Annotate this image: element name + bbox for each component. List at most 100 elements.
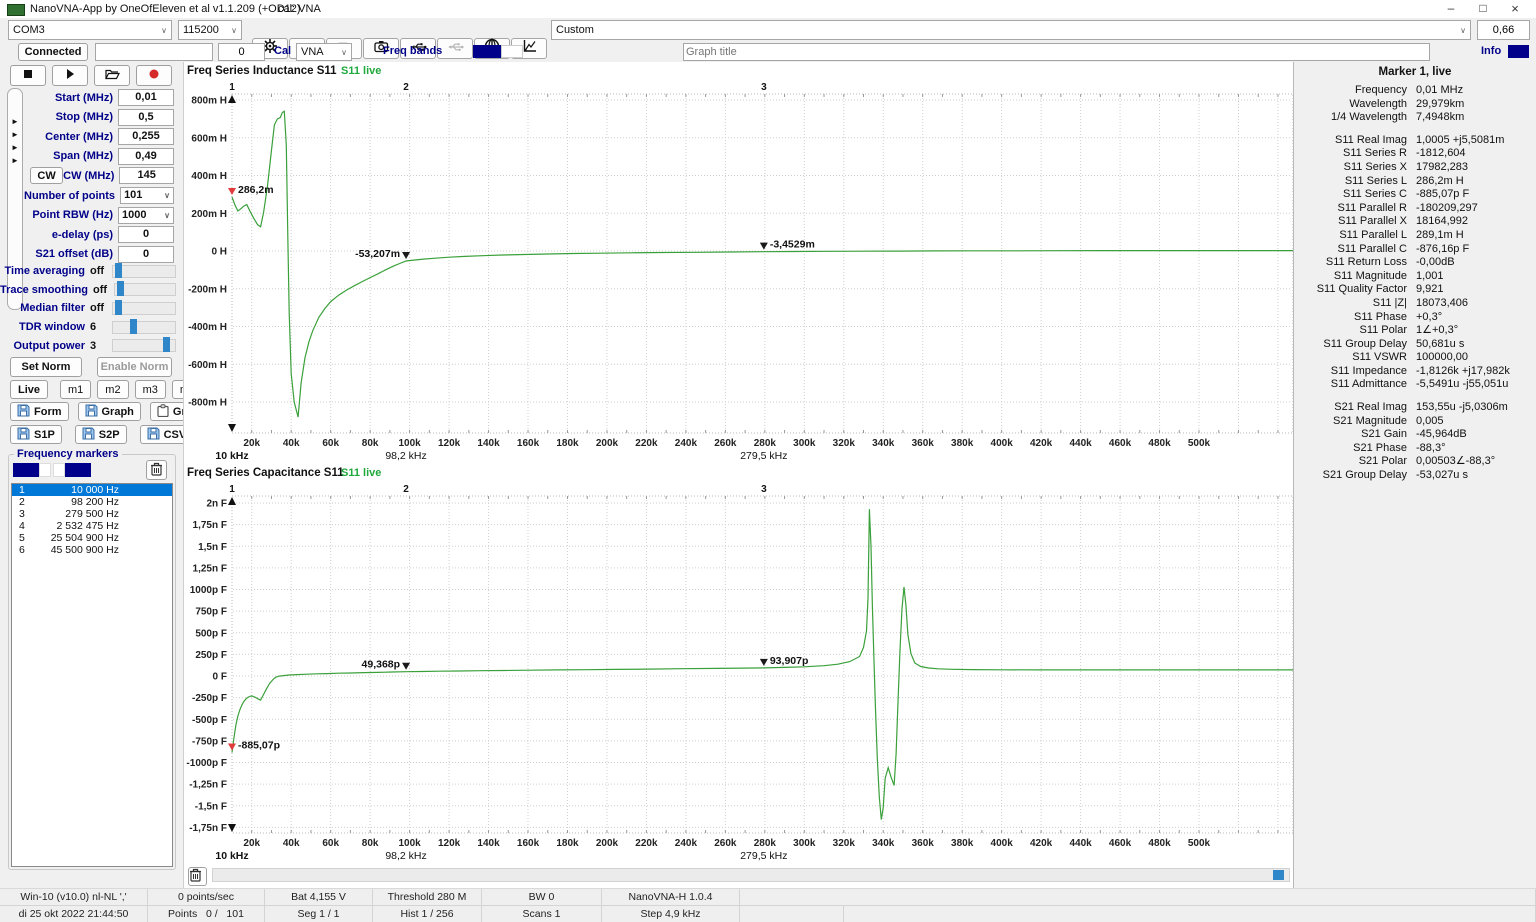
delete-markers-button[interactable] — [146, 460, 167, 480]
expand-arrow-icon[interactable]: ► — [8, 154, 22, 167]
marker-color-swatch[interactable] — [65, 463, 91, 477]
svg-text:420k: 420k — [1030, 838, 1053, 849]
marker-info-label: S21 Group Delay — [1294, 469, 1407, 483]
slider-track[interactable] — [112, 321, 176, 334]
trace-button-m2[interactable]: m2 — [97, 380, 128, 399]
field-center-input[interactable]: 0,255 — [118, 128, 174, 145]
svg-text:460k: 460k — [1109, 438, 1132, 449]
trace-button-m1[interactable]: m1 — [60, 380, 91, 399]
maximize-button[interactable]: □ — [1469, 0, 1497, 18]
record-button[interactable] — [136, 65, 172, 86]
chevron-down-icon: ∨ — [161, 26, 167, 35]
info-color-swatch[interactable] — [1508, 45, 1529, 58]
open-button[interactable] — [94, 65, 130, 86]
trace-button-live[interactable]: Live — [10, 380, 48, 399]
marker-list-item[interactable]: 42 532 475 Hz — [12, 520, 172, 532]
svg-text:-600m H: -600m H — [188, 360, 227, 371]
slider-track[interactable] — [114, 283, 176, 296]
charts-canvas[interactable]: Freq Series Inductance S11S11 live800m H… — [184, 62, 1294, 866]
connected-button[interactable]: Connected — [18, 43, 88, 61]
count-input[interactable] — [218, 43, 265, 61]
stop-button[interactable] — [10, 65, 46, 86]
cw-input[interactable]: 145 — [119, 167, 174, 184]
marker-number: 3 — [19, 508, 33, 520]
marker-info-value: 9,921 — [1416, 283, 1444, 297]
slider-handle[interactable] — [163, 337, 170, 352]
marker-number: 6 — [19, 544, 33, 556]
marker-info-label: S11 Parallel L — [1294, 229, 1407, 243]
marker-info-label: S11 Impedance — [1294, 365, 1407, 379]
marker-color-swatch[interactable] — [13, 463, 39, 477]
scale-input[interactable] — [1477, 20, 1530, 40]
marker-info-value: -876,16p F — [1416, 243, 1469, 257]
clear-graph-button[interactable] — [188, 867, 207, 886]
save-graph-button[interactable]: Graph — [78, 402, 141, 421]
select-row: Number of points 101∨ — [24, 186, 183, 206]
slider-track[interactable] — [112, 302, 176, 315]
svg-text:500p F: 500p F — [195, 628, 227, 639]
trace-button-m3[interactable]: m3 — [135, 380, 166, 399]
marker-list-item[interactable]: 298 200 Hz — [12, 496, 172, 508]
baud-rate-select[interactable]: 115200 ∨ — [178, 20, 242, 40]
marker-color-swatch[interactable] — [39, 463, 51, 477]
marker-info-row: S21 Gain-45,964dB — [1294, 428, 1536, 442]
svg-text:-1,25n F: -1,25n F — [189, 780, 227, 791]
slider-handle[interactable] — [115, 300, 122, 315]
marker-info-row: S11 Parallel L289,1m H — [1294, 229, 1536, 243]
enable-norm-button[interactable]: Enable Norm — [97, 357, 172, 377]
freq-bands-color-swatch[interactable] — [473, 45, 501, 58]
graph-scrollbar[interactable] — [212, 868, 1290, 882]
marker-info-value: 17982,283 — [1416, 161, 1468, 175]
slider-handle[interactable] — [115, 263, 122, 278]
svg-text:360k: 360k — [912, 838, 935, 849]
marker-info-rows: Frequency0,01 MHzWavelength29,979km1/4 W… — [1294, 84, 1536, 483]
close-button[interactable]: × — [1501, 0, 1529, 18]
chevron-down-icon: ∨ — [164, 208, 170, 223]
expand-arrow-icon[interactable]: ► — [8, 128, 22, 141]
slider-handle[interactable] — [130, 319, 137, 334]
export-s2p-button[interactable]: S2P — [75, 425, 127, 444]
graph-title-input[interactable] — [683, 43, 1430, 61]
cal-mode-select[interactable]: VNA ∨ — [296, 43, 352, 61]
marker-list-item[interactable]: 645 500 900 Hz — [12, 544, 172, 556]
marker-info-value: 0,005 — [1416, 415, 1444, 429]
marker-info-row: Frequency0,01 MHz — [1294, 84, 1536, 98]
select-value[interactable]: 101∨ — [120, 187, 174, 204]
run-button[interactable] — [52, 65, 88, 86]
graph-scrollbar-handle[interactable] — [1273, 870, 1284, 880]
frequency-marker-list[interactable]: 110 000 Hz298 200 Hz3279 500 Hz42 532 47… — [11, 483, 173, 867]
com-port-select[interactable]: COM3 ∨ — [8, 20, 172, 40]
marker-info-value: -45,964dB — [1416, 428, 1467, 442]
marker-list-item[interactable]: 525 504 900 Hz — [12, 532, 172, 544]
expand-arrow-icon[interactable]: ► — [8, 115, 22, 128]
marker-color-swatch[interactable] — [53, 463, 65, 477]
select-value[interactable]: 1000∨ — [118, 207, 174, 224]
marker-list-item[interactable]: 3279 500 Hz — [12, 508, 172, 520]
set-norm-button[interactable]: Set Norm — [10, 357, 82, 377]
slider-track[interactable] — [112, 339, 176, 352]
field-start-input[interactable]: 0,01 — [118, 89, 174, 106]
field-stop-input[interactable]: 0,5 — [118, 109, 174, 126]
svg-text:200k: 200k — [596, 838, 619, 849]
expand-arrow-icon[interactable]: ► — [8, 141, 22, 154]
frequency-entry-input[interactable] — [95, 43, 213, 61]
cw-button[interactable]: CW — [30, 167, 63, 184]
marker-info-row: S21 Group Delay-53,027u s — [1294, 469, 1536, 483]
statusbar-cell: Bat 4,155 V — [265, 889, 373, 906]
save-button-label: Form — [34, 406, 62, 418]
export-s1p-button[interactable]: S1P — [10, 425, 62, 444]
save-form-button[interactable]: Form — [10, 402, 69, 421]
field-e-delay-input[interactable]: 0 — [118, 226, 174, 243]
field-span-input[interactable]: 0,49 — [118, 148, 174, 165]
field-stop-label: Stop (MHz) — [24, 111, 113, 123]
marker-list-item[interactable]: 110 000 Hz — [12, 484, 172, 496]
slider-handle[interactable] — [117, 281, 124, 296]
select-label: Number of points — [24, 190, 115, 202]
slider-track[interactable] — [112, 265, 176, 278]
minimize-button[interactable]: – — [1437, 0, 1465, 18]
svg-text:750p F: 750p F — [195, 607, 227, 618]
profile-select[interactable]: Custom ∨ — [551, 20, 1471, 40]
field-s21-input[interactable]: 0 — [118, 246, 174, 263]
freq-bands-color-swatch-2[interactable] — [501, 45, 523, 58]
svg-text:10 kHz: 10 kHz — [215, 450, 248, 462]
